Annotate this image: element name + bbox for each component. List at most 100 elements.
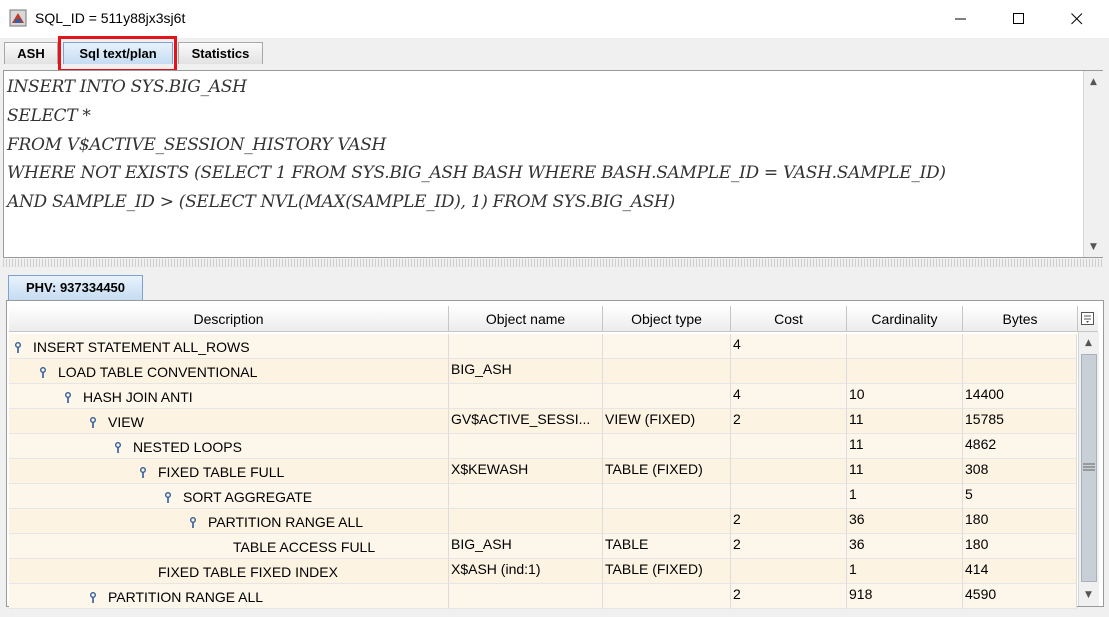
- cell-description: PARTITION RANGE ALL: [9, 509, 449, 534]
- cell-bytes: 308: [963, 459, 1077, 484]
- column-header-bytes[interactable]: Bytes: [963, 306, 1078, 332]
- cell-bytes: 5: [963, 484, 1077, 509]
- table-row[interactable]: SORT AGGREGATE 1 5: [9, 484, 1077, 509]
- scroll-down-icon[interactable]: ▼: [1085, 238, 1102, 255]
- tab-statistics[interactable]: Statistics: [178, 42, 263, 64]
- plan-description: SORT AGGREGATE: [183, 489, 313, 505]
- column-header-cardinality[interactable]: Cardinality: [847, 306, 963, 332]
- cell-object-name: [449, 509, 603, 534]
- plan-description: FIXED TABLE FULL: [158, 464, 285, 480]
- table-row[interactable]: HASH JOIN ANTI 4 10 14400: [9, 384, 1077, 409]
- plan-description: TABLE ACCESS FULL: [233, 539, 376, 555]
- table-row[interactable]: VIEW GV$ACTIVE_SESSI... VIEW (FIXED) 2 11 157…: [9, 409, 1077, 434]
- cell-cost: 2: [731, 534, 847, 559]
- cell-cardinality: 36: [847, 509, 963, 534]
- cell-description: LOAD TABLE CONVENTIONAL: [9, 359, 449, 384]
- sql-line: AND SAMPLE_ID > (SELECT NVL(MAX(SAMPLE_I…: [7, 192, 675, 212]
- column-header-description[interactable]: Description: [9, 306, 449, 332]
- table-row[interactable]: TABLE ACCESS FULL BIG_ASH TABLE 2 36 180: [9, 534, 1077, 559]
- scroll-down-icon[interactable]: ▼: [1080, 586, 1097, 603]
- maximize-button[interactable]: [996, 0, 1042, 38]
- cell-object-name: [449, 484, 603, 509]
- close-icon: [1071, 13, 1083, 25]
- cell-bytes: 414: [963, 559, 1077, 584]
- window-title: SQL_ID = 511y88jx3sj6t: [35, 10, 186, 26]
- tree-node-icon[interactable]: [15, 342, 21, 353]
- cell-cardinality: 1: [847, 559, 963, 584]
- tree-node-icon[interactable]: [165, 492, 171, 503]
- sql-line: INSERT INTO SYS.BIG_ASH: [7, 77, 247, 97]
- table-row[interactable]: LOAD TABLE CONVENTIONAL BIG_ASH: [9, 359, 1077, 384]
- cell-description: PARTITION RANGE ALL: [9, 584, 449, 609]
- tree-node-icon[interactable]: [65, 392, 71, 403]
- table-row[interactable]: PARTITION RANGE ALL 2 918 4590: [9, 584, 1077, 609]
- maximize-icon: [1013, 13, 1024, 24]
- cell-object-type: TABLE: [603, 534, 731, 559]
- table-row[interactable]: FIXED TABLE FIXED INDEX X$ASH (ind:1) TABL…: [9, 559, 1077, 584]
- cell-object-type: [603, 584, 731, 609]
- cell-object-name: BIG_ASH: [449, 534, 603, 559]
- plan-description: PARTITION RANGE ALL: [208, 514, 364, 530]
- cell-cardinality: 10: [847, 384, 963, 409]
- table-row[interactable]: FIXED TABLE FULL X$KEWASH TABLE (FIXED) 11 3…: [9, 459, 1077, 484]
- cell-cost: 2: [731, 409, 847, 434]
- sql-text-area[interactable]: INSERT INTO SYS.BIG_ASH SELECT * FROM V$…: [3, 70, 1103, 258]
- scroll-up-icon[interactable]: ▲: [1085, 73, 1102, 90]
- sql-scrollbar[interactable]: ▲ ▼: [1083, 71, 1103, 257]
- plan-description: HASH JOIN ANTI: [83, 389, 193, 405]
- tab-sql-text-plan[interactable]: Sql text/plan: [63, 42, 173, 64]
- tree-node-icon[interactable]: [140, 467, 146, 478]
- cell-bytes: 180: [963, 509, 1077, 534]
- cell-bytes: 14400: [963, 384, 1077, 409]
- cell-object-name: BIG_ASH: [449, 359, 603, 384]
- cell-cardinality: 11: [847, 409, 963, 434]
- scroll-thumb[interactable]: [1081, 354, 1097, 582]
- plan-description: FIXED TABLE FIXED INDEX: [158, 564, 338, 580]
- minimize-icon: [955, 18, 966, 20]
- tree-node-icon[interactable]: [190, 517, 196, 528]
- cell-object-type: TABLE (FIXED): [603, 459, 731, 484]
- column-header-object-type[interactable]: Object type: [603, 306, 731, 332]
- column-header-object-name[interactable]: Object name: [449, 306, 603, 332]
- cell-description: HASH JOIN ANTI: [9, 384, 449, 409]
- tree-node-icon[interactable]: [90, 417, 96, 428]
- cell-object-name: GV$ACTIVE_SESSI...: [449, 409, 603, 434]
- cell-bytes: [963, 359, 1077, 384]
- sql-line: WHERE NOT EXISTS (SELECT 1 FROM SYS.BIG_…: [7, 163, 946, 183]
- scroll-up-icon[interactable]: ▲: [1080, 334, 1097, 351]
- table-row[interactable]: INSERT STATEMENT ALL_ROWS 4: [9, 334, 1077, 359]
- cell-bytes: 15785: [963, 409, 1077, 434]
- column-chooser-button[interactable]: [1078, 306, 1098, 332]
- cell-cardinality: 11: [847, 459, 963, 484]
- minimize-button[interactable]: [938, 0, 984, 38]
- cell-bytes: 4590: [963, 584, 1077, 609]
- cell-object-type: VIEW (FIXED): [603, 409, 731, 434]
- cell-object-type: [603, 509, 731, 534]
- column-header-cost[interactable]: Cost: [731, 306, 847, 332]
- java-app-icon: [9, 9, 27, 27]
- cell-cardinality: 918: [847, 584, 963, 609]
- cell-object-type: [603, 434, 731, 459]
- table-row[interactable]: NESTED LOOPS 11 4862: [9, 434, 1077, 459]
- splitter-handle[interactable]: [3, 259, 1103, 267]
- cell-cardinality: [847, 334, 963, 359]
- cell-cost: 4: [731, 384, 847, 409]
- plan-description: PARTITION RANGE ALL: [108, 589, 264, 605]
- sql-line: SELECT *: [7, 106, 91, 126]
- tree-node-icon[interactable]: [115, 442, 121, 453]
- cell-cost: [731, 459, 847, 484]
- cell-cost: [731, 434, 847, 459]
- cell-object-type: [603, 334, 731, 359]
- cell-description: SORT AGGREGATE: [9, 484, 449, 509]
- cell-cost: 2: [731, 584, 847, 609]
- tab-phv[interactable]: PHV: 937334450: [8, 275, 143, 300]
- table-row[interactable]: PARTITION RANGE ALL 2 36 180: [9, 509, 1077, 534]
- cell-cost: [731, 484, 847, 509]
- tab-ash[interactable]: ASH: [4, 42, 58, 64]
- cell-bytes: 180: [963, 534, 1077, 559]
- cell-bytes: [963, 334, 1077, 359]
- tree-node-icon[interactable]: [90, 592, 96, 603]
- tree-node-icon[interactable]: [40, 367, 46, 378]
- plan-scrollbar[interactable]: ▲ ▼: [1078, 332, 1099, 606]
- close-button[interactable]: [1054, 0, 1100, 38]
